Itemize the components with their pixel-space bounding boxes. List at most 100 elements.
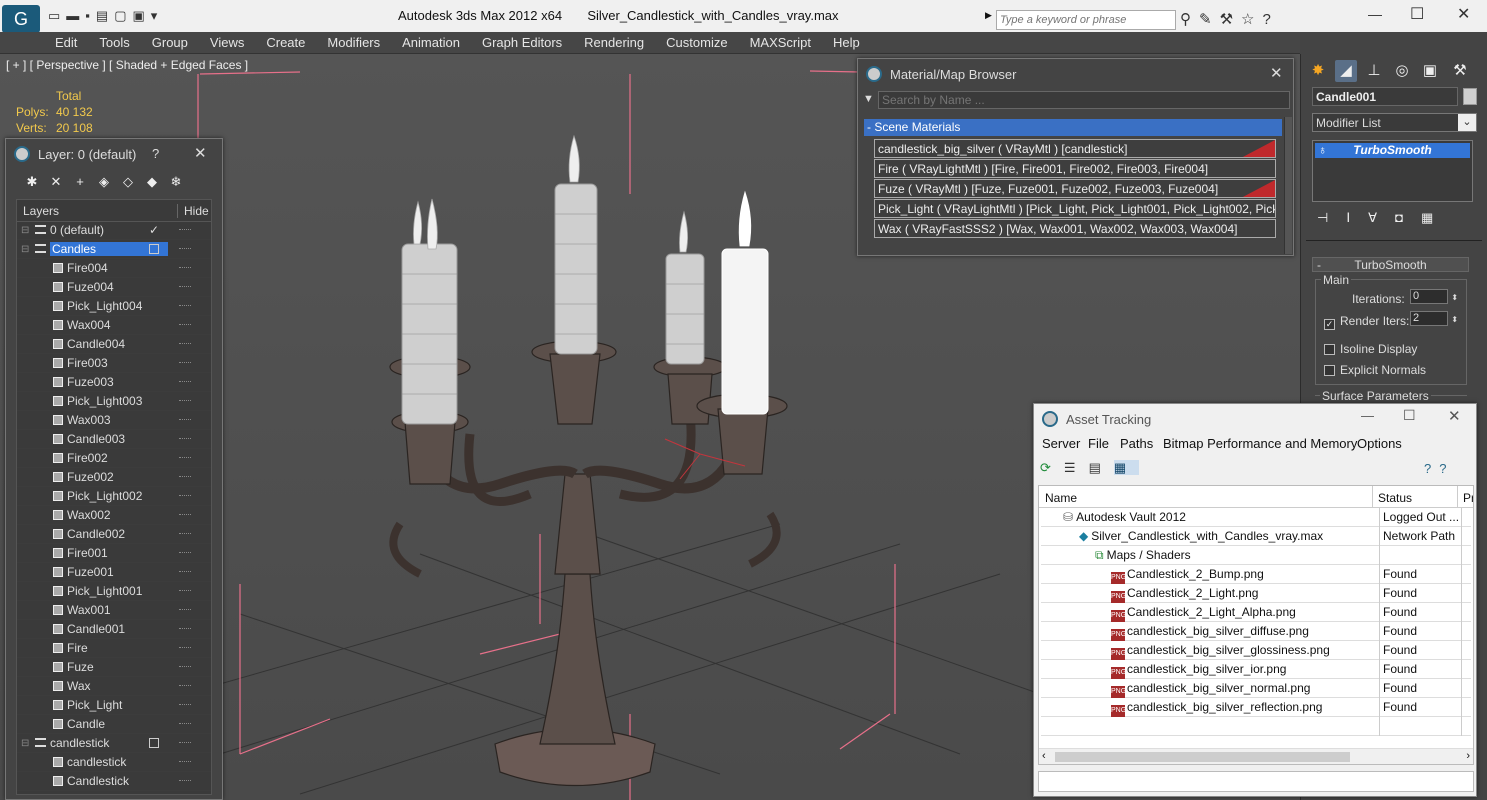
close-icon[interactable]: ✕ [194,144,207,162]
maximize-icon[interactable]: ☐ [1403,407,1416,424]
scene-materials-header[interactable]: - Scene Materials [864,119,1282,136]
layer-row[interactable]: ⊟ 0 (default) ✓ [17,221,211,240]
undo-icon[interactable]: ▤ [96,8,114,23]
show-end-result-icon[interactable]: Ⅰ [1346,210,1368,225]
layer-object-row[interactable]: Fuze004 [17,278,211,297]
menu-rendering[interactable]: Rendering [573,32,655,54]
status-column-header[interactable]: Status [1372,486,1412,508]
layer-row[interactable]: ⊟ Candles [17,240,211,259]
minimize-button[interactable]: — [1368,6,1382,22]
asset-row[interactable]: ⛁ Autodesk Vault 2012 Logged Out ... [1041,508,1471,527]
layer-object-row[interactable]: Pick_Light [17,696,211,715]
layer-object-row[interactable]: Wax001 [17,601,211,620]
menu-graph-editors[interactable]: Graph Editors [471,32,573,54]
remove-modifier-icon[interactable]: ◘ [1395,210,1421,225]
layer-object-row[interactable]: Pick_Light002 [17,487,211,506]
viewport-label[interactable]: [ + ] [ Perspective ] [ Shaded + Edged F… [6,58,248,72]
hide-toggle[interactable] [179,438,191,440]
hide-toggle[interactable] [179,590,191,592]
binoculars-icon[interactable]: ⚲ [1180,11,1199,28]
make-unique-icon[interactable]: ∀ [1368,210,1395,225]
display-tab-icon[interactable]: ▣ [1419,60,1441,82]
asset-row[interactable]: ⧉ Maps / Shaders [1041,546,1471,565]
create-tab-icon[interactable]: ✸ [1307,60,1329,82]
stack-item-turbosmooth[interactable]: ♁ TurboSmooth [1315,143,1470,158]
collapse-icon[interactable]: ⊟ [21,240,29,259]
hide-toggle[interactable] [179,685,191,687]
hide-toggle[interactable] [179,419,191,421]
layer-row[interactable]: ⊟ candlestick [17,734,211,753]
asset-menu-options[interactable]: Options [1357,436,1402,451]
maximize-button[interactable]: ☐ [1410,4,1424,24]
hide-toggle[interactable] [179,552,191,554]
dropdown-icon[interactable]: ▾ [151,8,164,23]
hide-toggle[interactable] [179,533,191,535]
hide-all-icon[interactable]: ◆ [143,174,161,190]
modify-tab-icon[interactable]: ◢ [1335,60,1357,82]
horizontal-scrollbar[interactable]: ‹ › [1039,748,1473,764]
lightbulb-icon[interactable]: ♁ [1318,143,1327,158]
pin-stack-icon[interactable]: ⊣ [1317,210,1346,225]
asset-menu-file[interactable]: File [1088,436,1109,451]
render-iters-checkbox[interactable]: ✓ [1324,319,1335,330]
freeze-all-icon[interactable]: ❄ [167,174,185,190]
menu-help[interactable]: Help [822,32,871,54]
asset-row[interactable]: PNGcandlestick_big_silver_normal.png Foun… [1041,679,1471,698]
menu-views[interactable]: Views [199,32,255,54]
thumbnail-view-icon[interactable]: ▤ [1089,460,1114,475]
hide-toggle[interactable] [179,267,191,269]
help-icon[interactable]: ? [152,146,159,161]
asset-row[interactable]: PNGcandlestick_big_silver_glossiness.png… [1041,641,1471,660]
close-button[interactable]: ✕ [1457,4,1470,24]
layer-object-row[interactable]: Fuze001 [17,563,211,582]
layers-column-header[interactable]: Layers [23,204,59,218]
minimize-icon[interactable]: — [1361,408,1374,423]
layer-object-row[interactable]: Candlestick [17,772,211,791]
layer-object-row[interactable]: Wax [17,677,211,696]
hide-toggle[interactable] [179,628,191,630]
favorites-icon[interactable]: ☆ [1241,11,1262,28]
collapse-icon[interactable]: ⊟ [21,221,29,240]
redo-icon[interactable]: ▢ [114,8,132,23]
help-context-icon[interactable]: ? [1439,461,1454,476]
hide-toggle[interactable] [179,343,191,345]
object-color-swatch[interactable] [1463,88,1477,105]
iterations-spinner[interactable]: 0 ⬍ [1410,289,1458,305]
connect-icon[interactable]: ⚒ [1220,11,1241,28]
layer-window-titlebar[interactable]: Layer: 0 (default) ? ✕ [6,139,222,169]
keyword-search-input[interactable] [996,10,1176,30]
asset-row[interactable]: ◆ Silver_Candlestick_with_Candles_vray.ma… [1041,527,1471,546]
name-column-header[interactable]: Name [1045,491,1077,505]
hide-column-header[interactable]: Hide [177,204,209,218]
menu-modifiers[interactable]: Modifiers [316,32,391,54]
menu-create[interactable]: Create [255,32,316,54]
highlight-layer-icon[interactable]: ◇ [119,174,137,190]
asset-menu-bitmap[interactable]: Bitmap Performance and Memory [1163,436,1357,451]
utilities-tab-icon[interactable]: ⚒ [1449,60,1471,82]
close-icon[interactable]: ✕ [1270,64,1283,82]
hide-toggle[interactable] [179,457,191,459]
hide-toggle[interactable] [179,609,191,611]
layer-object-row[interactable]: Candle002 [17,525,211,544]
hide-toggle[interactable] [179,248,191,250]
hide-toggle[interactable] [179,381,191,383]
refresh-icon[interactable]: ⟳ [1040,460,1064,475]
material-item[interactable]: candlestick_big_silver ( VRayMtl ) [cand… [874,139,1276,158]
menu-tools[interactable]: Tools [88,32,140,54]
hide-toggle[interactable] [179,324,191,326]
search-arrow-icon[interactable]: ▶ [985,10,992,21]
layer-object-row[interactable]: Fuze002 [17,468,211,487]
layer-object-row[interactable]: Fuze003 [17,373,211,392]
hide-toggle[interactable] [179,647,191,649]
layer-object-row[interactable]: Wax003 [17,411,211,430]
asset-path-field[interactable] [1038,771,1474,792]
browser-options-icon[interactable]: ▼ [863,93,874,105]
close-icon[interactable]: ✕ [1448,407,1461,425]
scroll-thumb[interactable] [1055,752,1350,762]
layer-object-row[interactable]: Candle [17,715,211,734]
hide-toggle[interactable] [179,723,191,725]
menu-customize[interactable]: Customize [655,32,738,54]
hierarchy-tab-icon[interactable]: ⊥ [1363,60,1385,82]
layer-object-row[interactable]: Fuze [17,658,211,677]
render-iters-spinner[interactable]: 2 ⬍ [1410,311,1458,327]
